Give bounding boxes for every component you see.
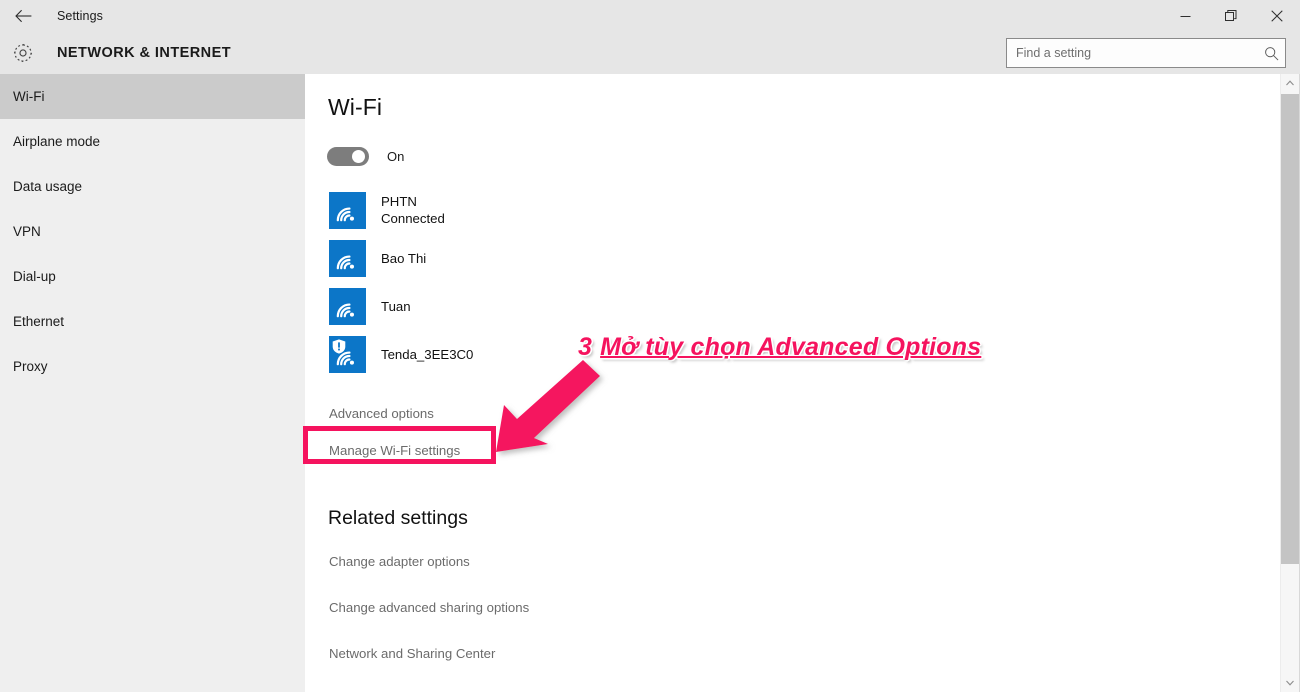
network-and-sharing-center-link[interactable]: Network and Sharing Center xyxy=(327,638,1281,668)
manage-wifi-settings-link[interactable]: Manage Wi-Fi settings xyxy=(327,435,1281,465)
search-input[interactable] xyxy=(1007,39,1257,67)
wifi-signal-icon xyxy=(329,287,366,325)
settings-window: Settings NETWORK & INTERNET Find a setti… xyxy=(0,0,1300,692)
sidebar-item-airplane-mode[interactable]: Airplane mode xyxy=(0,119,305,164)
sidebar-item-data-usage[interactable]: Data usage xyxy=(0,164,305,209)
network-text: Tuan xyxy=(381,298,411,315)
wifi-signal-icon xyxy=(329,239,366,277)
maximize-restore-button[interactable] xyxy=(1208,0,1254,32)
advanced-options-link[interactable]: Advanced options xyxy=(327,398,1281,428)
change-advanced-sharing-options-link[interactable]: Change advanced sharing options xyxy=(327,592,1281,622)
sidebar-item-ethernet[interactable]: Ethernet xyxy=(0,299,305,344)
window-controls xyxy=(1162,0,1300,32)
content-pane: Wi-Fi On PHTN Connected Bao Thi Tuan Ten… xyxy=(305,74,1281,692)
network-name: Bao Thi xyxy=(381,250,427,266)
sidebar-item-label: Wi-Fi xyxy=(13,89,45,104)
network-name: Tuan xyxy=(381,298,411,314)
sidebar-item-label: Proxy xyxy=(13,359,48,374)
scroll-up-arrow-icon[interactable] xyxy=(1281,74,1299,92)
header-bar: NETWORK & INTERNET xyxy=(0,32,1300,74)
vertical-scrollbar[interactable] xyxy=(1280,74,1299,692)
list-item[interactable]: Bao Thi xyxy=(327,234,1281,282)
sidebar-item-wi-fi[interactable]: Wi-Fi xyxy=(0,74,305,119)
wifi-toggle-state-label: On xyxy=(387,149,405,164)
change-adapter-options-link[interactable]: Change adapter options xyxy=(327,546,1281,576)
wifi-heading: Wi-Fi xyxy=(328,94,383,120)
network-text: PHTN Connected xyxy=(381,193,445,227)
sidebar-item-label: Airplane mode xyxy=(13,134,101,149)
sidebar-item-label: Ethernet xyxy=(13,314,65,329)
list-item[interactable]: PHTN Connected xyxy=(327,186,1281,234)
network-text: Bao Thi xyxy=(381,250,426,267)
page-title: NETWORK & INTERNET xyxy=(57,45,232,61)
app-title: Settings xyxy=(57,9,103,23)
back-button[interactable] xyxy=(0,0,46,32)
wifi-signal-warning-icon xyxy=(329,335,366,373)
list-item[interactable]: Tenda_3EE3C0 xyxy=(327,330,1281,378)
sidebar-item-dial-up[interactable]: Dial-up xyxy=(0,254,305,299)
sidebar: Wi-Fi Airplane mode Data usage VPN Dial-… xyxy=(0,74,305,692)
wifi-toggle[interactable] xyxy=(327,147,369,166)
list-item[interactable]: Tuan xyxy=(327,282,1281,330)
gear-icon xyxy=(0,32,46,74)
sidebar-item-label: Dial-up xyxy=(13,269,56,284)
network-name: PHTN xyxy=(381,194,417,209)
close-button[interactable] xyxy=(1254,0,1300,32)
network-text: Tenda_3EE3C0 xyxy=(381,346,473,363)
toggle-knob xyxy=(352,150,365,163)
search-box[interactable] xyxy=(1006,38,1286,68)
shield-warning-icon xyxy=(332,338,346,354)
minimize-button[interactable] xyxy=(1162,0,1208,32)
network-name: Tenda_3EE3C0 xyxy=(381,346,474,362)
sidebar-item-vpn[interactable]: VPN xyxy=(0,209,305,254)
network-status: Connected xyxy=(381,211,445,226)
related-settings-heading: Related settings xyxy=(328,507,468,529)
sidebar-item-label: VPN xyxy=(13,224,41,239)
sidebar-item-proxy[interactable]: Proxy xyxy=(0,344,305,389)
title-bar: Settings xyxy=(0,0,1300,32)
scrollbar-thumb[interactable] xyxy=(1281,94,1299,564)
search-icon[interactable] xyxy=(1257,39,1285,67)
scroll-down-arrow-icon[interactable] xyxy=(1281,674,1299,692)
wifi-signal-icon xyxy=(329,191,366,229)
sidebar-item-label: Data usage xyxy=(13,179,83,194)
wifi-network-list: PHTN Connected Bao Thi Tuan Tenda_3EE3C0 xyxy=(327,186,1281,378)
wifi-toggle-row: On xyxy=(327,147,1281,166)
